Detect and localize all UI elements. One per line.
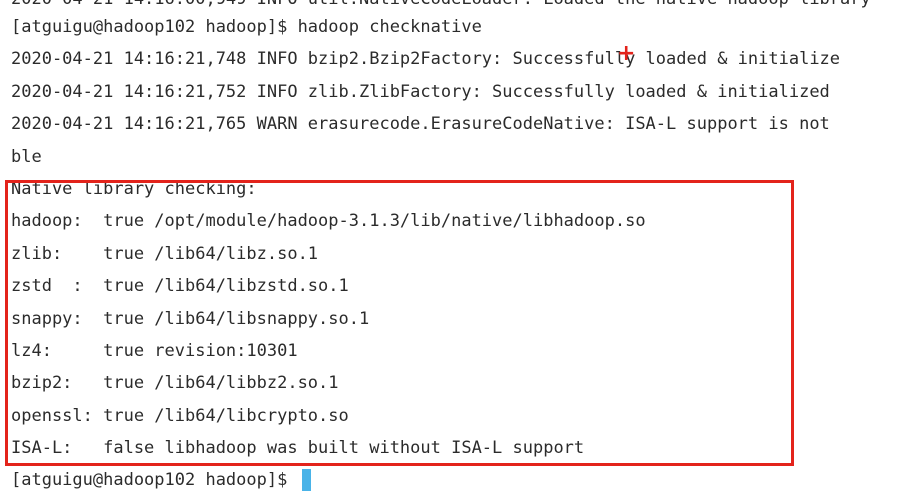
- terminal-line: 2020-04-21 14:16:21,748 INFO bzip2.Bzip2…: [11, 49, 841, 69]
- terminal-window[interactable]: 2020-04-21 14:16:00,949 INFO util.Native…: [0, 0, 915, 504]
- terminal-prompt: [atguigu@hadoop102 hadoop]$: [11, 470, 298, 490]
- terminal-line: hadoop: true /opt/module/hadoop-3.1.3/li…: [11, 211, 646, 231]
- terminal-line: Native library checking:: [11, 179, 257, 199]
- terminal-line: ble: [11, 147, 42, 167]
- terminal-prompt-line[interactable]: [atguigu@hadoop102 hadoop]$: [11, 469, 311, 491]
- terminal-line: openssl: true /lib64/libcrypto.so: [11, 406, 349, 426]
- terminal-line: ISA-L: false libhadoop was built without…: [11, 438, 585, 458]
- terminal-line: zlib: true /lib64/libz.so.1: [11, 244, 319, 264]
- terminal-line: 2020-04-21 14:16:21,765 WARN erasurecode…: [11, 114, 830, 134]
- red-crosshair-cursor-icon: +: [617, 41, 636, 66]
- terminal-line: [atguigu@hadoop102 hadoop]$ hadoop check…: [11, 17, 482, 37]
- terminal-line: snappy: true /lib64/libsnappy.so.1: [11, 309, 370, 329]
- terminal-line: lz4: true revision:10301: [11, 341, 298, 361]
- terminal-line: 2020-04-21 14:16:21,752 INFO zlib.ZlibFa…: [11, 82, 830, 102]
- terminal-line: zstd : true /lib64/libzstd.so.1: [11, 276, 349, 296]
- terminal-line: 2020-04-21 14:16:00,949 INFO util.Native…: [11, 0, 871, 10]
- terminal-line: bzip2: true /lib64/libbz2.so.1: [11, 373, 339, 393]
- text-cursor: [301, 469, 311, 491]
